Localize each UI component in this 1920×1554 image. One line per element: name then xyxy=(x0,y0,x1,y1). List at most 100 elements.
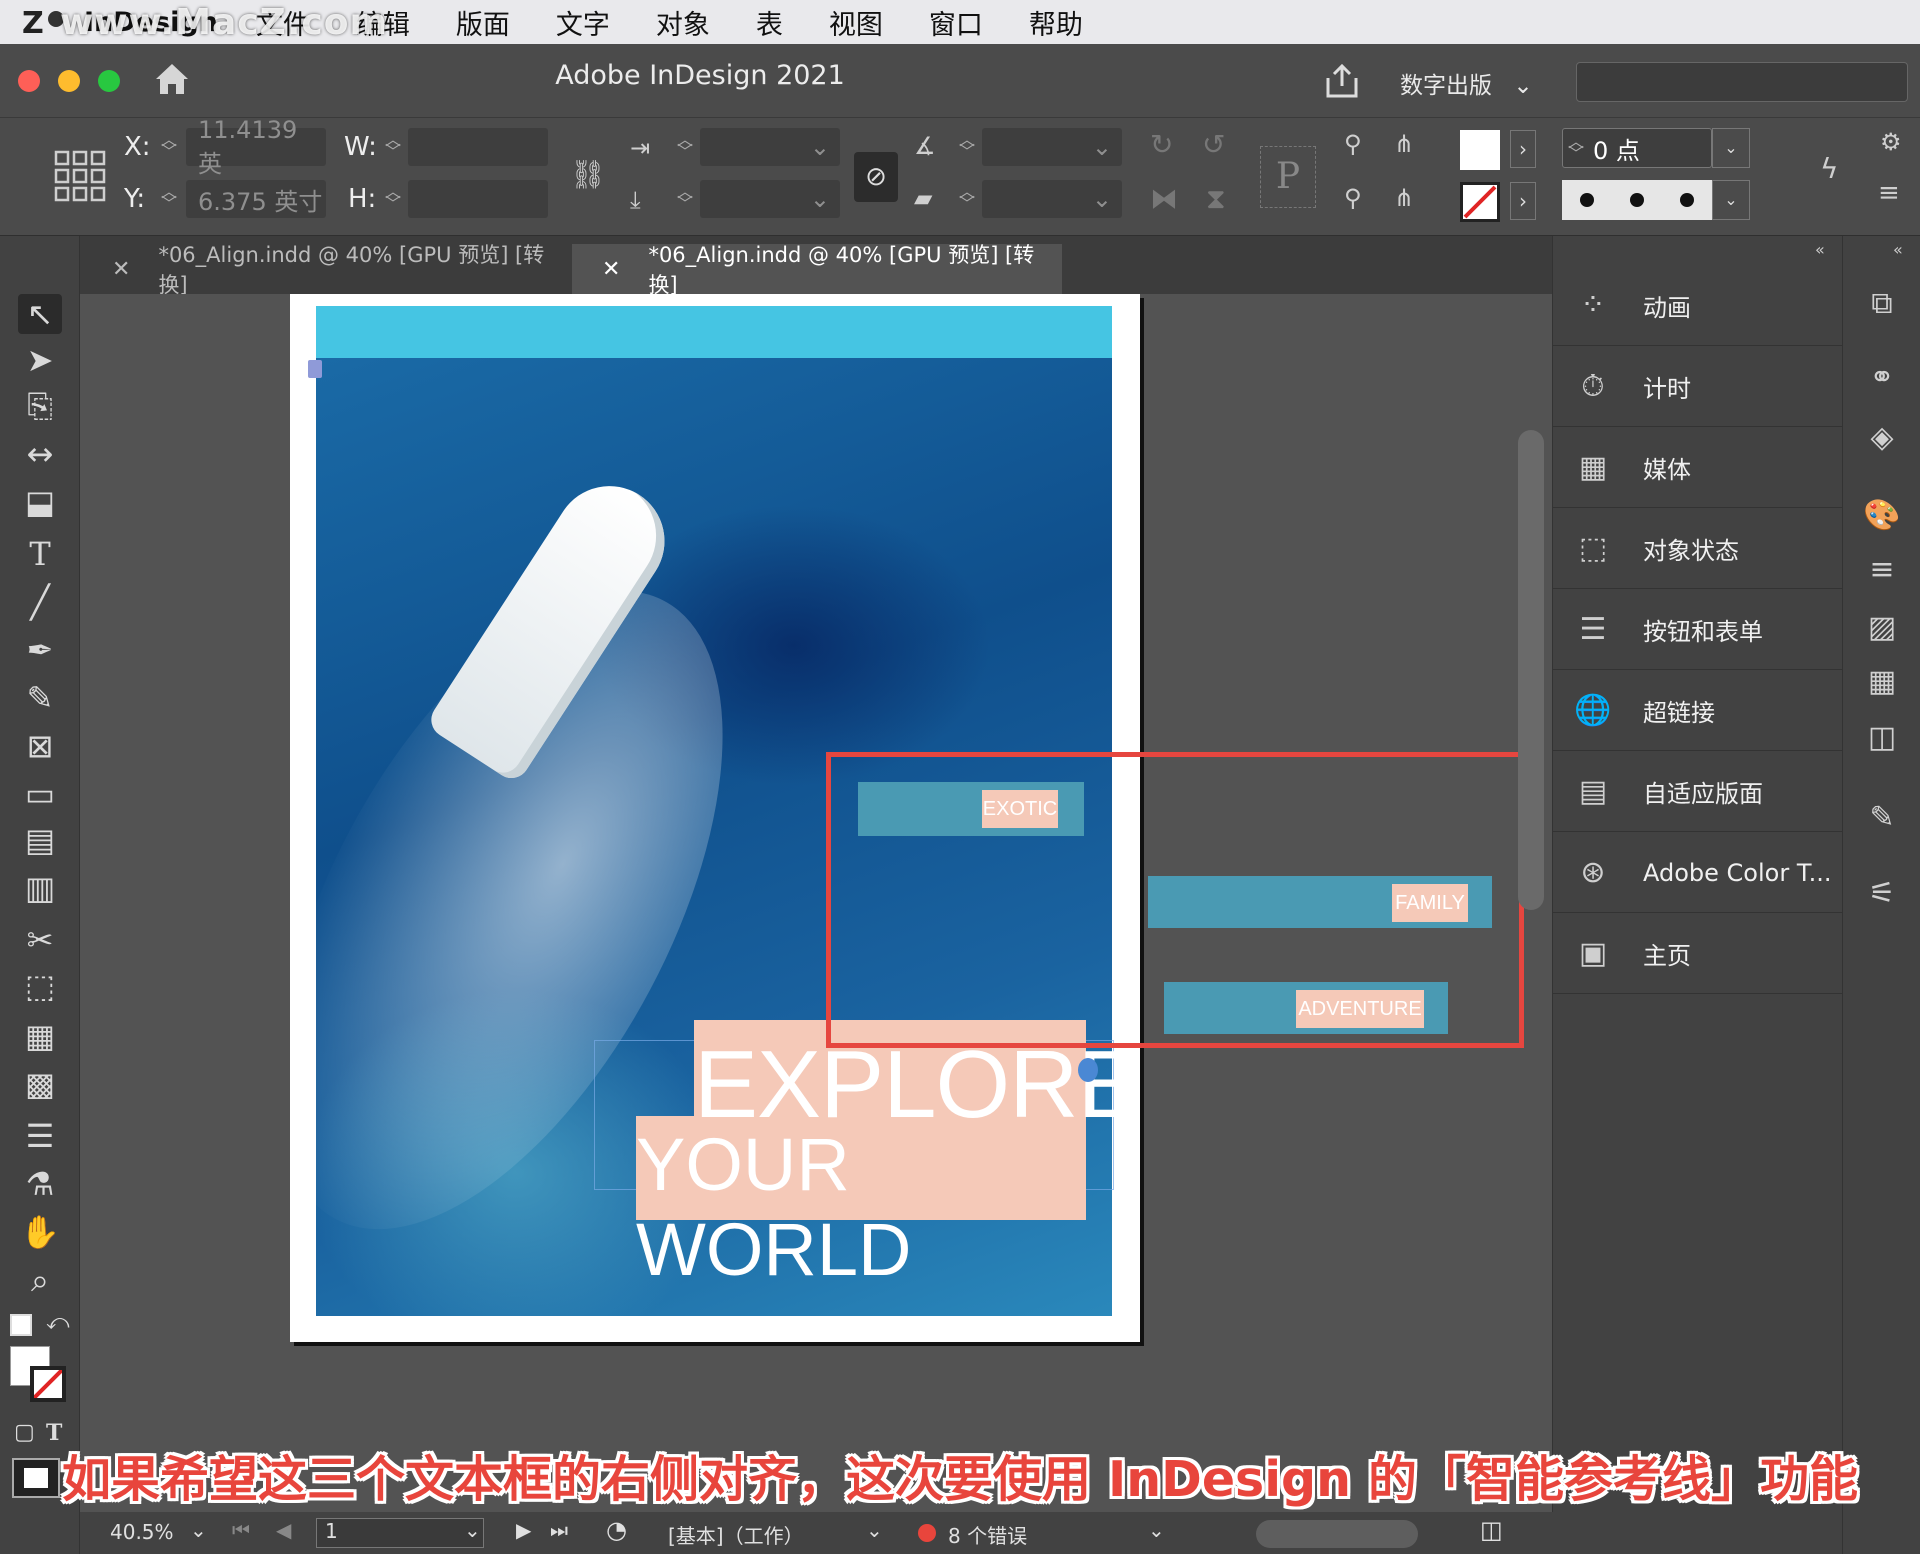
tab-document-1[interactable]: ✕ *06_Align.indd @ 40% [GPU 预览] [转换] xyxy=(82,243,556,297)
close-icon[interactable]: ✕ xyxy=(112,257,130,282)
panel-item-liquid-layout[interactable]: ▤ 自适应版面 xyxy=(1553,752,1843,832)
vertical-grid-tool-icon[interactable]: ▥ xyxy=(18,868,62,908)
reference-point-icon[interactable] xyxy=(54,150,106,206)
vertical-scrollbar[interactable] xyxy=(1518,430,1544,910)
rotate-cw-icon[interactable]: ↻ xyxy=(1150,128,1173,161)
type-tool-icon[interactable]: T xyxy=(18,534,62,574)
close-icon[interactable]: ✕ xyxy=(602,257,620,282)
stroke-weight-stepper-icon[interactable]: ︿ ﹀ xyxy=(1567,134,1585,162)
scale-y-stepper-icon[interactable]: ︿ ﹀ xyxy=(676,184,694,212)
stroke-weight-dropdown-chevron-down-icon[interactable]: ⌄ xyxy=(1712,128,1750,168)
swatches-panel-icon[interactable]: ▦ xyxy=(1843,664,1920,712)
search-input[interactable] xyxy=(1576,62,1908,102)
rectangle-frame-tool-icon[interactable]: ⊠ xyxy=(18,726,62,766)
pages-panel-icon[interactable]: ⧉ xyxy=(1843,286,1920,334)
rotate-field[interactable]: ⌄ xyxy=(982,128,1122,166)
preflight-errors[interactable]: 8 个错误 xyxy=(948,1520,1027,1549)
horizontal-scrollbar[interactable] xyxy=(1256,1520,1418,1548)
color-panel-icon[interactable]: 🎨 xyxy=(1843,498,1920,546)
gap-tool-icon[interactable]: ↔ xyxy=(18,434,62,474)
link-scale-icon[interactable]: ⊘ xyxy=(854,152,898,202)
x-field[interactable]: 11.4139 英 xyxy=(186,116,326,178)
gear-icon[interactable]: ⚙ xyxy=(1880,128,1902,156)
gradient-panel-icon[interactable]: ▨ xyxy=(1843,610,1920,658)
fill-swatch[interactable] xyxy=(1460,130,1500,170)
profile-chevron-down-icon[interactable]: ⌄ xyxy=(866,1518,883,1542)
preflight-profile[interactable]: [基本]（工作） xyxy=(668,1520,804,1549)
preflight-profile-icon[interactable]: ◔ xyxy=(606,1516,627,1544)
scale-x-field[interactable]: ⌄ xyxy=(700,128,840,166)
panel-item-media[interactable]: ▦ 媒体 xyxy=(1553,428,1843,508)
line-tool-icon[interactable]: ╱ xyxy=(18,582,62,622)
collapse-panel-icon[interactable]: « xyxy=(1815,240,1825,259)
stroke-swatch[interactable] xyxy=(1460,182,1500,222)
share-icon[interactable] xyxy=(1322,62,1362,104)
select-next-icon[interactable]: ⋔ xyxy=(1394,184,1414,212)
properties-panel-icon[interactable]: ⚟ xyxy=(1843,876,1920,924)
flip-horizontal-icon[interactable]: ⧓ xyxy=(1150,182,1178,215)
y-stepper-icon[interactable]: ︿ ﹀ xyxy=(160,184,178,212)
menu-view[interactable]: 视图 xyxy=(829,3,883,42)
h-field[interactable] xyxy=(408,180,548,218)
note-tool-icon[interactable]: ☰ xyxy=(18,1116,62,1156)
stroke-panel-icon[interactable]: ≡ xyxy=(1843,552,1920,600)
stroke-menu-chevron-right-icon[interactable]: › xyxy=(1510,182,1536,220)
split-layout-icon[interactable]: ◫ xyxy=(1480,1516,1503,1544)
rectangle-tool-icon[interactable]: ▭ xyxy=(18,774,62,814)
stroke-type-dropdown-chevron-down-icon[interactable]: ⌄ xyxy=(1712,180,1750,220)
first-page-icon[interactable]: ⏮ xyxy=(232,1518,250,1542)
shear-stepper-icon[interactable]: ︿ ﹀ xyxy=(958,184,976,212)
next-page-icon[interactable]: ▶ xyxy=(516,1518,531,1542)
zoom-tool-icon[interactable]: ⌕ xyxy=(18,1260,62,1300)
swap-colors-icon[interactable]: ⤺ xyxy=(46,1310,70,1335)
pencil-tool-icon[interactable]: ✎ xyxy=(18,678,62,718)
panel-menu-icon[interactable]: ≡ xyxy=(1878,178,1900,208)
menu-table[interactable]: 表 xyxy=(756,3,783,42)
scissors-tool-icon[interactable]: ✂ xyxy=(18,920,62,960)
gradient-feather-tool-icon[interactable]: ▩ xyxy=(18,1064,62,1104)
last-page-icon[interactable]: ⏭ xyxy=(550,1518,568,1542)
frame-handle[interactable] xyxy=(308,360,322,378)
menu-layout[interactable]: 版面 xyxy=(456,3,510,42)
hand-tool-icon[interactable]: ✋ xyxy=(18,1212,62,1252)
menu-help[interactable]: 帮助 xyxy=(1029,3,1083,42)
paragraph-styles-panel-icon[interactable]: ✎ xyxy=(1843,800,1920,848)
select-content-icon[interactable]: ⚲ xyxy=(1344,184,1362,212)
panel-item-timing[interactable]: ⏱ 计时 xyxy=(1553,347,1843,427)
select-container-icon[interactable]: ⚲ xyxy=(1344,130,1362,158)
free-transform-tool-icon[interactable]: ⬚ xyxy=(18,966,62,1006)
default-colors-icon[interactable] xyxy=(10,1314,32,1336)
w-field[interactable] xyxy=(408,128,548,166)
previous-page-icon[interactable]: ◀ xyxy=(276,1518,291,1542)
page-tool-icon[interactable]: ⎘ xyxy=(18,386,62,426)
h-stepper-icon[interactable]: ︿ ﹀ xyxy=(384,184,402,212)
rotate-ccw-icon[interactable]: ↺ xyxy=(1202,128,1225,161)
panel-item-animation[interactable]: ⁘ 动画 xyxy=(1553,266,1843,346)
stroke-type-select[interactable] xyxy=(1562,180,1712,220)
panel-item-object-states[interactable]: ⬚ 对象状态 xyxy=(1553,509,1843,589)
zoom-chevron-down-icon[interactable]: ⌄ xyxy=(190,1518,207,1542)
shear-field[interactable]: ⌄ xyxy=(982,180,1122,218)
page-chevron-down-icon[interactable]: ⌄ xyxy=(464,1518,481,1542)
content-collector-icon[interactable]: ⬓ xyxy=(18,482,62,522)
tab-document-2[interactable]: ✕ *06_Align.indd @ 40% [GPU 预览] [转换] xyxy=(572,243,1062,297)
errors-chevron-down-icon[interactable]: ⌄ xyxy=(1148,1518,1165,1542)
eyedropper-tool-icon[interactable]: ⚗ xyxy=(18,1164,62,1204)
menu-type[interactable]: 文字 xyxy=(556,3,610,42)
collapse-strip-icon[interactable]: « xyxy=(1893,240,1903,259)
page-number-field[interactable]: 1 xyxy=(316,1518,484,1548)
cc-libraries-panel-icon[interactable]: ◫ xyxy=(1843,720,1920,768)
panel-item-hyperlinks[interactable]: 🌐 超链接 xyxy=(1553,671,1843,751)
y-field[interactable]: 6.375 英寸 xyxy=(186,180,326,218)
x-stepper-icon[interactable]: ︿ ﹀ xyxy=(160,132,178,160)
pen-tool-icon[interactable]: ✒ xyxy=(18,630,62,670)
panel-item-pages[interactable]: ▣ 主页 xyxy=(1553,914,1843,994)
panel-item-adobe-color[interactable]: ⊛ Adobe Color T... xyxy=(1553,833,1843,913)
workspace-switcher[interactable]: 数字出版 ⌄ xyxy=(1400,66,1533,100)
direct-selection-tool-icon[interactable]: ➤ xyxy=(18,340,62,380)
stroke-color-box[interactable] xyxy=(30,1366,66,1402)
scale-x-stepper-icon[interactable]: ︿ ﹀ xyxy=(676,132,694,160)
text-frame-port[interactable] xyxy=(1078,1058,1098,1082)
panel-item-buttons-forms[interactable]: ☰ 按钮和表单 xyxy=(1553,590,1843,670)
gradient-swatch-tool-icon[interactable]: ▦ xyxy=(18,1016,62,1056)
